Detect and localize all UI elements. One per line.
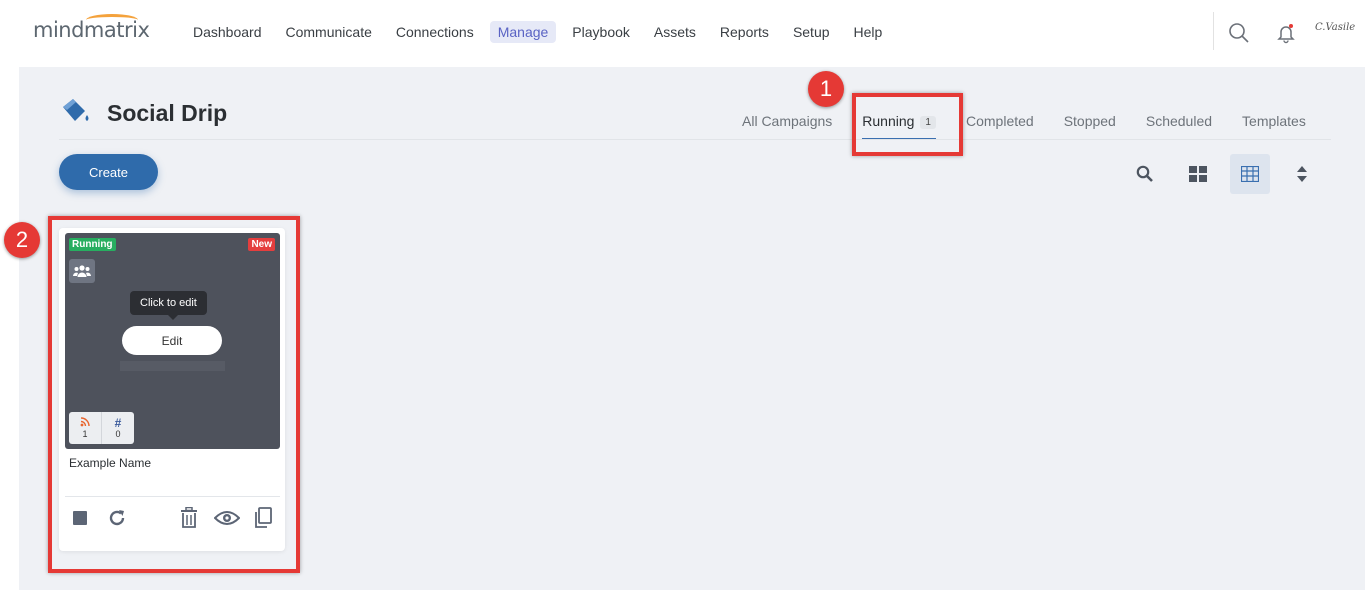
nav-divider	[1213, 12, 1214, 50]
nav-item-manage[interactable]: Manage	[489, 21, 557, 43]
annotation-marker-2: 2	[4, 222, 40, 258]
nav-item-reports[interactable]: Reports	[712, 21, 777, 43]
search-icon[interactable]	[1226, 20, 1252, 46]
annotation-highlight-1	[852, 93, 963, 156]
signature-avatar[interactable]: C.Vasile	[1315, 22, 1355, 33]
campaign-tabs: All Campaigns Running 1 Completed Stopped…	[742, 113, 1336, 140]
nav-item-assets[interactable]: Assets	[646, 21, 704, 43]
nav-item-dashboard[interactable]: Dashboard	[185, 21, 270, 43]
logo[interactable]: mindmatrix	[33, 18, 150, 42]
top-navigation-bar: mindmatrix Dashboard Communicate Connect…	[0, 0, 1365, 67]
tab-scheduled[interactable]: Scheduled	[1146, 113, 1212, 140]
nav-item-help[interactable]: Help	[846, 21, 891, 43]
tab-stopped[interactable]: Stopped	[1064, 113, 1116, 140]
grid-view-icon[interactable]	[1178, 154, 1218, 194]
tab-all-campaigns[interactable]: All Campaigns	[742, 113, 832, 140]
page-header: Social Drip	[59, 97, 227, 130]
bell-icon[interactable]	[1273, 20, 1299, 46]
page-title: Social Drip	[107, 100, 228, 126]
table-view-icon[interactable]	[1230, 154, 1270, 194]
tab-completed[interactable]: Completed	[966, 113, 1034, 140]
annotation-highlight-2	[48, 216, 300, 573]
sort-icon[interactable]	[1282, 154, 1322, 194]
nav-item-setup[interactable]: Setup	[785, 21, 838, 43]
tab-templates[interactable]: Templates	[1242, 113, 1306, 140]
nav-item-playbook[interactable]: Playbook	[564, 21, 638, 43]
search-icon[interactable]	[1125, 154, 1165, 194]
create-button[interactable]: Create	[59, 154, 158, 190]
nav-item-communicate[interactable]: Communicate	[278, 21, 380, 43]
annotation-marker-1: 1	[808, 71, 844, 107]
tabs-divider	[59, 139, 1331, 140]
paint-bucket-icon	[59, 97, 93, 130]
main-nav: Dashboard Communicate Connections Manage…	[185, 21, 898, 43]
nav-item-connections[interactable]: Connections	[388, 21, 482, 43]
